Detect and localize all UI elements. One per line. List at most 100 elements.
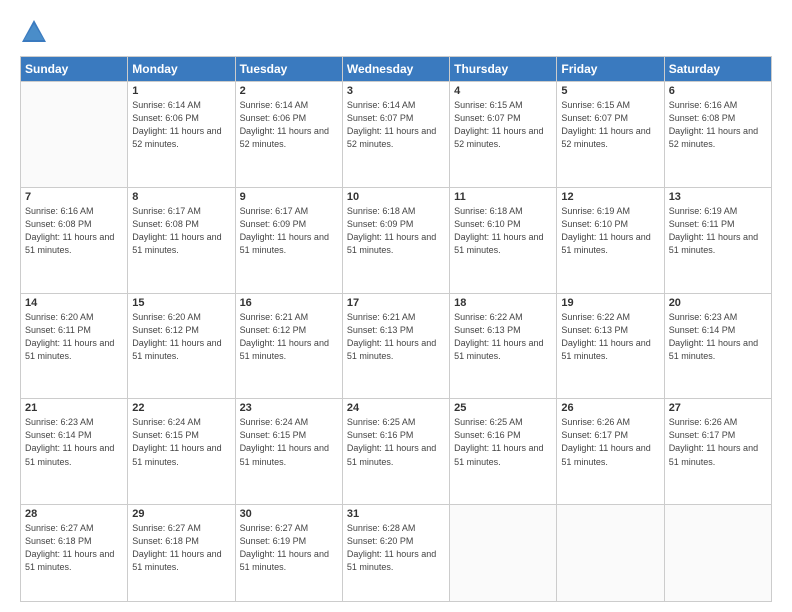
day-number: 15 [132,297,230,309]
day-info: Sunrise: 6:15 AMSunset: 6:07 PMDaylight:… [454,99,552,151]
calendar-week-row: 14 Sunrise: 6:20 AMSunset: 6:11 PMDayligh… [21,293,772,399]
day-info: Sunrise: 6:17 AMSunset: 6:09 PMDaylight:… [240,205,338,257]
day-number: 6 [669,85,767,97]
day-number: 28 [25,508,123,520]
table-row: 23 Sunrise: 6:24 AMSunset: 6:15 PMDayligh… [235,399,342,505]
table-row: 1 Sunrise: 6:14 AMSunset: 6:06 PMDaylight… [128,82,235,188]
table-row: 30 Sunrise: 6:27 AMSunset: 6:19 PMDayligh… [235,505,342,602]
day-info: Sunrise: 6:22 AMSunset: 6:13 PMDaylight:… [454,311,552,363]
calendar-header-row: SundayMondayTuesdayWednesdayThursdayFrid… [21,57,772,82]
day-number: 13 [669,191,767,203]
day-number: 8 [132,191,230,203]
table-row: 28Sunrise: 6:27 AMSunset: 6:18 PMDayligh… [21,505,128,602]
table-row: 10 Sunrise: 6:18 AMSunset: 6:09 PMDayligh… [342,187,449,293]
day-number: 22 [132,402,230,414]
day-number: 2 [240,85,338,97]
calendar-header-tuesday: Tuesday [235,57,342,82]
day-number: 25 [454,402,552,414]
day-number: 29 [132,508,230,520]
day-info: Sunrise: 6:26 AMSunset: 6:17 PMDaylight:… [561,416,659,468]
day-info: Sunrise: 6:17 AMSunset: 6:08 PMDaylight:… [132,205,230,257]
table-row: 25 Sunrise: 6:25 AMSunset: 6:16 PMDayligh… [450,399,557,505]
day-number: 4 [454,85,552,97]
calendar-week-row: 21 Sunrise: 6:23 AMSunset: 6:14 PMDayligh… [21,399,772,505]
table-row [557,505,664,602]
logo-icon [20,18,48,46]
day-info: Sunrise: 6:15 AMSunset: 6:07 PMDaylight:… [561,99,659,151]
table-row: 12Sunrise: 6:19 AMSunset: 6:10 PMDayligh… [557,187,664,293]
day-info: Sunrise: 6:22 AMSunset: 6:13 PMDaylight:… [561,311,659,363]
table-row: 26 Sunrise: 6:26 AMSunset: 6:17 PMDayligh… [557,399,664,505]
calendar-table: SundayMondayTuesdayWednesdayThursdayFrid… [20,56,772,602]
table-row: 15Sunrise: 6:20 AMSunset: 6:12 PMDayligh… [128,293,235,399]
calendar-header-monday: Monday [128,57,235,82]
day-number: 27 [669,402,767,414]
day-number: 5 [561,85,659,97]
day-number: 17 [347,297,445,309]
day-number: 14 [25,297,123,309]
day-info: Sunrise: 6:24 AMSunset: 6:15 PMDaylight:… [132,416,230,468]
day-info: Sunrise: 6:16 AMSunset: 6:08 PMDaylight:… [25,205,123,257]
day-number: 21 [25,402,123,414]
table-row [664,505,771,602]
day-info: Sunrise: 6:14 AMSunset: 6:06 PMDaylight:… [240,99,338,151]
day-info: Sunrise: 6:27 AMSunset: 6:19 PMDaylight:… [240,522,338,574]
day-number: 7 [25,191,123,203]
table-row: 20 Sunrise: 6:23 AMSunset: 6:14 PMDayligh… [664,293,771,399]
table-row: 8 Sunrise: 6:17 AMSunset: 6:08 PMDaylight… [128,187,235,293]
table-row: 21 Sunrise: 6:23 AMSunset: 6:14 PMDayligh… [21,399,128,505]
day-number: 11 [454,191,552,203]
table-row: 6 Sunrise: 6:16 AMSunset: 6:08 PMDaylight… [664,82,771,188]
table-row [450,505,557,602]
day-info: Sunrise: 6:24 AMSunset: 6:15 PMDaylight:… [240,416,338,468]
day-info: Sunrise: 6:14 AMSunset: 6:07 PMDaylight:… [347,99,445,151]
day-info: Sunrise: 6:18 AMSunset: 6:09 PMDaylight:… [347,205,445,257]
table-row: 19 Sunrise: 6:22 AMSunset: 6:13 PMDayligh… [557,293,664,399]
calendar-week-row: 7 Sunrise: 6:16 AMSunset: 6:08 PMDaylight… [21,187,772,293]
day-number: 30 [240,508,338,520]
day-info: Sunrise: 6:25 AMSunset: 6:16 PMDaylight:… [454,416,552,468]
day-number: 18 [454,297,552,309]
day-info: Sunrise: 6:23 AMSunset: 6:14 PMDaylight:… [25,416,123,468]
day-info: Sunrise: 6:16 AMSunset: 6:08 PMDaylight:… [669,99,767,151]
day-info: Sunrise: 6:21 AMSunset: 6:12 PMDaylight:… [240,311,338,363]
table-row: 27 Sunrise: 6:26 AMSunset: 6:17 PMDayligh… [664,399,771,505]
table-row: 9Sunrise: 6:17 AMSunset: 6:09 PMDaylight… [235,187,342,293]
day-number: 24 [347,402,445,414]
table-row: 4 Sunrise: 6:15 AMSunset: 6:07 PMDaylight… [450,82,557,188]
day-number: 1 [132,85,230,97]
day-number: 10 [347,191,445,203]
table-row: 22 Sunrise: 6:24 AMSunset: 6:15 PMDayligh… [128,399,235,505]
calendar-header-thursday: Thursday [450,57,557,82]
day-number: 16 [240,297,338,309]
day-number: 23 [240,402,338,414]
day-info: Sunrise: 6:21 AMSunset: 6:13 PMDaylight:… [347,311,445,363]
calendar-week-row: 28 Sunrise: 6:27 AMSunset: 6:18 PMDayligh… [21,505,772,602]
day-info: Sunrise: 6:20 AMSunset: 6:11 PMDaylight:… [25,311,123,363]
page: SundayMondayTuesdayWednesdayThursdayFrid… [0,0,792,612]
day-info: Sunrise: 6:19 AMSunset: 6:11 PMDaylight:… [669,205,767,257]
day-number: 12 [561,191,659,203]
day-info: Sunrise: 6:28 AMSunset: 6:20 PMDaylight:… [347,522,445,574]
day-info: Sunrise: 6:27 AMSunset: 6:18 PMDaylight:… [132,522,230,574]
table-row: 16 Sunrise: 6:21 AMSunset: 6:12 PMDayligh… [235,293,342,399]
calendar-header-sunday: Sunday [21,57,128,82]
day-number: 20 [669,297,767,309]
day-info: Sunrise: 6:14 AMSunset: 6:06 PMDaylight:… [132,99,230,151]
table-row: 5 Sunrise: 6:15 AMSunset: 6:07 PMDaylight… [557,82,664,188]
logo [20,18,52,46]
day-number: 26 [561,402,659,414]
table-row: 24 Sunrise: 6:25 AMSunset: 6:16 PMDayligh… [342,399,449,505]
table-row: 14 Sunrise: 6:20 AMSunset: 6:11 PMDayligh… [21,293,128,399]
header [20,18,772,46]
day-info: Sunrise: 6:25 AMSunset: 6:16 PMDaylight:… [347,416,445,468]
day-info: Sunrise: 6:26 AMSunset: 6:17 PMDaylight:… [669,416,767,468]
day-info: Sunrise: 6:18 AMSunset: 6:10 PMDaylight:… [454,205,552,257]
table-row: 13 Sunrise: 6:19 AMSunset: 6:11 PMDayligh… [664,187,771,293]
calendar-week-row: 1 Sunrise: 6:14 AMSunset: 6:06 PMDaylight… [21,82,772,188]
day-number: 19 [561,297,659,309]
calendar-header-friday: Friday [557,57,664,82]
day-number: 31 [347,508,445,520]
day-info: Sunrise: 6:23 AMSunset: 6:14 PMDaylight:… [669,311,767,363]
table-row: 31 Sunrise: 6:28 AMSunset: 6:20 PMDayligh… [342,505,449,602]
